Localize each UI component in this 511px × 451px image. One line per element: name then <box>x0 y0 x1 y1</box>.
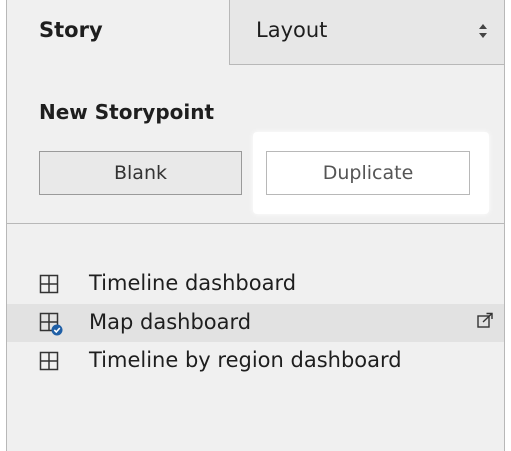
dashboard-icon <box>39 274 59 294</box>
list-item-timeline-by-region-dashboard[interactable]: Timeline by region dashboard <box>7 342 504 380</box>
dashboard-icon <box>39 351 59 371</box>
duplicate-button[interactable]: Duplicate <box>266 151 470 195</box>
tab-layout[interactable]: Layout <box>229 0 504 65</box>
go-to-sheet-icon[interactable] <box>476 312 494 330</box>
up-down-arrows-icon <box>479 24 487 38</box>
list-item-label: Timeline dashboard <box>89 271 297 295</box>
divider <box>7 223 504 224</box>
tab-story[interactable]: Story <box>7 0 229 65</box>
list-item-label: Timeline by region dashboard <box>89 348 402 372</box>
blank-button[interactable]: Blank <box>39 151 242 195</box>
new-storypoint-heading: New Storypoint <box>39 100 215 124</box>
list-item-label: Map dashboard <box>89 310 252 334</box>
list-item-timeline-dashboard[interactable]: Timeline dashboard <box>7 265 504 303</box>
tab-layout-label: Layout <box>256 18 328 42</box>
list-item-map-dashboard[interactable]: Map dashboard <box>7 304 504 342</box>
story-pane: Story Layout New Storypoint Blank Duplic… <box>6 0 505 451</box>
dashboard-in-use-icon <box>39 312 63 336</box>
tab-story-label: Story <box>39 18 103 42</box>
